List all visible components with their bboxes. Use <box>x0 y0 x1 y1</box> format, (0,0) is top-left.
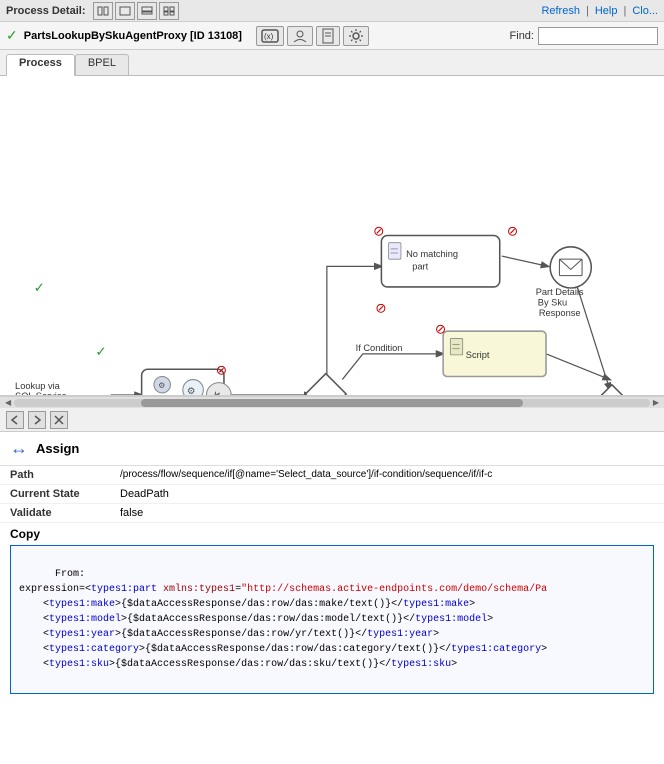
assign-header: ↔ Assign <box>0 432 664 466</box>
toolbar-btn-doc[interactable] <box>316 26 340 46</box>
tab-bar: Process BPEL <box>0 50 664 76</box>
svg-text:✓: ✓ <box>95 344 106 359</box>
svg-text:⚙: ⚙ <box>158 381 165 390</box>
prop-label-validate: Validate <box>0 504 110 523</box>
tab-process[interactable]: Process <box>6 54 75 76</box>
find-input[interactable] <box>538 27 658 45</box>
svg-text:⚙: ⚙ <box>187 386 195 395</box>
prop-label-path: Path <box>0 466 110 485</box>
svg-text:Lookup via: Lookup via <box>15 381 61 391</box>
svg-text:⊘: ⊘ <box>435 321 446 336</box>
svg-text:(x): (x) <box>264 32 274 41</box>
svg-text:No matching: No matching <box>406 249 458 259</box>
scroll-thumb <box>141 399 522 407</box>
second-bar: ✓ PartsLookupBySkuAgentProxy [ID 13108] … <box>0 22 664 50</box>
view-icons <box>93 2 179 20</box>
prop-value-state: DeadPath <box>110 485 664 504</box>
code-box: From: expression=<types1:part xmlns:type… <box>10 545 654 694</box>
svg-text:✓: ✓ <box>34 280 45 295</box>
view-icon-3[interactable] <box>137 2 157 20</box>
toolbar-btn-gear[interactable] <box>343 26 369 46</box>
view-icon-2[interactable] <box>115 2 135 20</box>
svg-text:Part Details: Part Details <box>536 287 584 297</box>
svg-text:SQL Service: SQL Service <box>15 391 67 395</box>
find-label: Find: <box>510 30 534 42</box>
toolbar-buttons: (x) <box>256 26 369 46</box>
process-detail-title: Process Detail: <box>6 5 85 17</box>
find-area: Find: <box>510 27 658 45</box>
svg-text:⊘: ⊘ <box>373 224 384 239</box>
prop-row-validate: Validate false <box>0 504 664 523</box>
back-button[interactable] <box>6 411 24 429</box>
top-bar-links: Refresh | Help | Clo... <box>541 5 658 17</box>
detail-panel: ↔ Assign Path /process/flow/sequence/if[… <box>0 432 664 764</box>
properties-table: Path /process/flow/sequence/if[@name='Se… <box>0 466 664 523</box>
svg-text:By Sku: By Sku <box>538 297 567 307</box>
help-link[interactable]: Help <box>595 5 618 17</box>
close-link[interactable]: Clo... <box>632 5 658 17</box>
svg-text:⊘: ⊘ <box>375 301 386 316</box>
svg-text:If Condition: If Condition <box>356 343 403 353</box>
assign-icon: ↔ <box>10 438 28 459</box>
top-bar: Process Detail: Refresh | Help | Clo... <box>0 0 664 22</box>
scroll-track[interactable] <box>14 399 650 407</box>
svg-text:Response: Response <box>539 308 581 318</box>
svg-text:⊘: ⊘ <box>507 224 518 239</box>
svg-text:⊘: ⊘ <box>216 362 227 377</box>
refresh-link[interactable]: Refresh <box>541 5 580 17</box>
toolbar-btn-people[interactable] <box>287 26 313 46</box>
svg-text:Script: Script <box>466 350 490 360</box>
prop-value-validate: false <box>110 504 664 523</box>
toolbar-btn-vars[interactable]: (x) <box>256 26 284 46</box>
process-diagram: Lookup via SQL Service ⚙ execSQL ⚙ ↯ Cat… <box>0 76 664 395</box>
tab-bpel[interactable]: BPEL <box>75 54 129 75</box>
prop-label-state: Current State <box>0 485 110 504</box>
scroll-bar: ◀ ▶ <box>0 396 664 408</box>
svg-text:part: part <box>412 261 428 271</box>
clear-button[interactable] <box>50 411 68 429</box>
bottom-toolbar <box>0 408 664 432</box>
view-icon-1[interactable] <box>93 2 113 20</box>
prop-row-state: Current State DeadPath <box>0 485 664 504</box>
view-icon-4[interactable] <box>159 2 179 20</box>
copy-title: Copy <box>10 527 654 541</box>
process-name: PartsLookupBySkuAgentProxy [ID 13108] <box>24 30 242 42</box>
prop-row-path: Path /process/flow/sequence/if[@name='Se… <box>0 466 664 485</box>
copy-section: Copy From: expression=<types1:part xmlns… <box>0 523 664 698</box>
process-check-icon: ✓ <box>6 27 18 44</box>
assign-title: Assign <box>36 441 79 456</box>
prop-value-path: /process/flow/sequence/if[@name='Select_… <box>110 466 664 485</box>
svg-text:↯: ↯ <box>213 391 222 395</box>
code-content: From: expression=<types1:part xmlns:type… <box>19 569 547 670</box>
forward-button[interactable] <box>28 411 46 429</box>
diagram-area: Lookup via SQL Service ⚙ execSQL ⚙ ↯ Cat… <box>0 76 664 396</box>
